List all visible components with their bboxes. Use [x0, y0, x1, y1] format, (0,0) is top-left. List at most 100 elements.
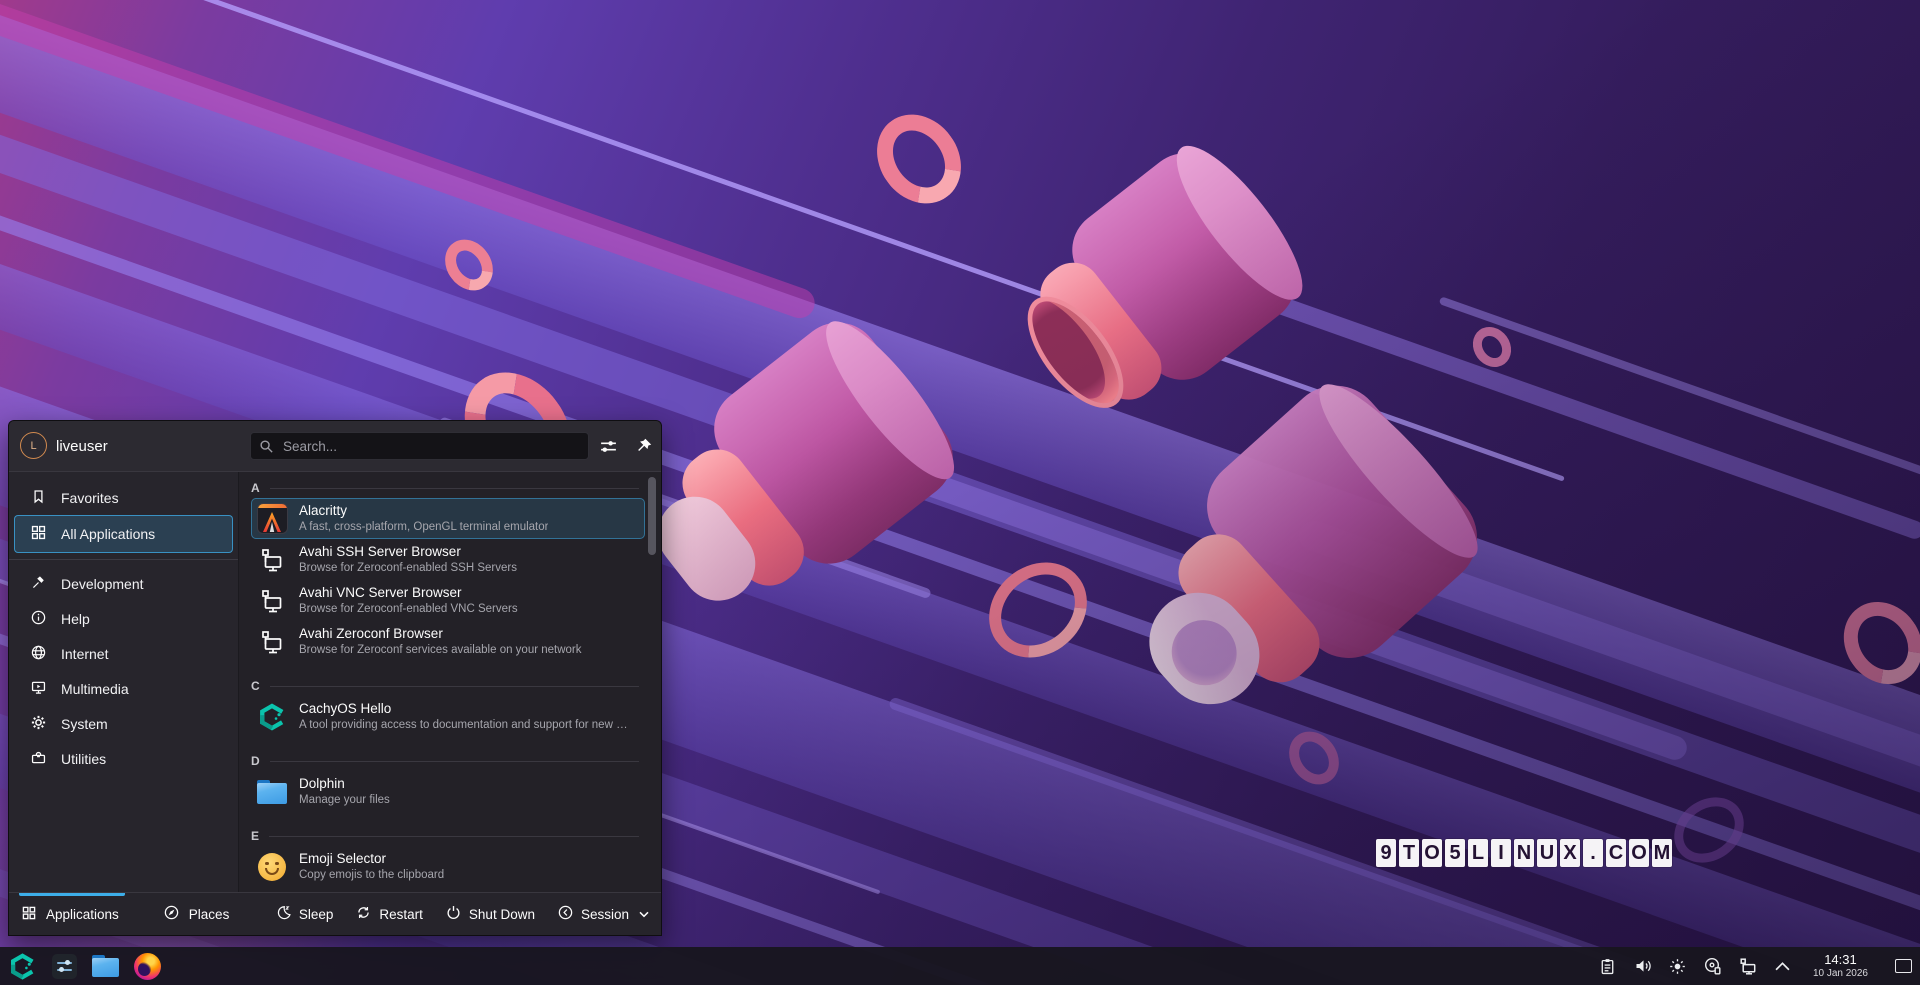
sidebar-item-help[interactable]: Help	[14, 601, 233, 636]
sleep-button[interactable]: Sleep	[275, 904, 334, 924]
watermark-tile: T	[1399, 839, 1419, 867]
sidebar-item-label: Multimedia	[61, 681, 129, 697]
gear-icon	[30, 714, 47, 734]
volume-icon[interactable]	[1632, 955, 1654, 977]
power-icon	[445, 904, 462, 924]
watermark-tile: 9	[1376, 839, 1396, 867]
section-rule	[270, 686, 639, 687]
app-row-avahi-vnc[interactable]: Avahi VNC Server Browser Browse for Zero…	[251, 580, 645, 621]
launcher-sidebar: Favorites All Applications	[9, 472, 239, 892]
sidebar-item-label: Utilities	[61, 751, 106, 767]
search-input[interactable]	[281, 438, 580, 455]
app-description: A fast, cross-platform, OpenGL terminal …	[299, 520, 548, 534]
sidebar-item-label: System	[61, 716, 108, 732]
app-row-alacritty[interactable]: Alacritty A fast, cross-platform, OpenGL…	[251, 498, 645, 539]
sidebar-item-development[interactable]: Development	[14, 566, 233, 601]
shutdown-button[interactable]: Shut Down	[445, 904, 535, 924]
taskbar-launchers	[8, 952, 161, 981]
user-avatar[interactable]: L	[20, 432, 47, 459]
grid-icon	[21, 905, 37, 924]
tab-label: Places	[189, 907, 230, 922]
info-icon	[30, 609, 47, 629]
tab-label: Applications	[46, 907, 119, 922]
pin-icon[interactable]	[633, 435, 655, 457]
app-name: Avahi Zeroconf Browser	[299, 626, 582, 643]
app-row-cachyos-hello[interactable]: CachyOS Hello A tool providing access to…	[251, 696, 645, 737]
section-rule	[270, 761, 639, 762]
avahi-monitor-icon	[256, 585, 288, 617]
sidebar-item-all-applications[interactable]: All Applications	[14, 515, 233, 553]
configure-icon[interactable]	[597, 435, 619, 457]
emoji-icon	[256, 851, 288, 883]
toolbox-icon	[30, 749, 47, 769]
section-letter: E	[251, 829, 259, 843]
watermark-tile: .	[1583, 839, 1603, 867]
clock-time: 14:31	[1824, 953, 1857, 968]
action-label: Restart	[379, 907, 423, 922]
sidebar-item-multimedia[interactable]: Multimedia	[14, 671, 233, 706]
watermark-tile: N	[1514, 839, 1534, 867]
avatar-initial: L	[30, 440, 36, 452]
sidebar-item-system[interactable]: System	[14, 706, 233, 741]
clipboard-icon[interactable]	[1597, 955, 1619, 977]
watermark-9to5linux: 9 T O 5 L I N U X . C O M	[1376, 839, 1672, 867]
app-row-avahi-zeroconf[interactable]: Avahi Zeroconf Browser Browse for Zeroco…	[251, 621, 645, 662]
app-name: Emoji Selector	[299, 851, 444, 868]
system-settings-button[interactable]	[52, 954, 77, 979]
app-section-D: D Dolphin Manage your files	[251, 751, 661, 812]
sidebar-item-favorites[interactable]: Favorites	[14, 480, 233, 515]
sidebar-item-utilities[interactable]: Utilities	[14, 741, 233, 776]
app-row-avahi-ssh[interactable]: Avahi SSH Server Browser Browse for Zero…	[251, 539, 645, 580]
app-name: Dolphin	[299, 776, 390, 793]
dolphin-button[interactable]	[92, 955, 119, 977]
network-icon[interactable]	[1737, 955, 1759, 977]
app-name: Avahi VNC Server Browser	[299, 585, 518, 602]
globe-icon	[30, 644, 47, 664]
sidebar-item-label: Favorites	[61, 490, 119, 506]
show-desktop-button[interactable]	[1895, 959, 1912, 973]
sidebar-item-label: Help	[61, 611, 90, 627]
session-button[interactable]: Session	[557, 904, 649, 924]
clock[interactable]: 14:31 10 Jan 2026	[1813, 953, 1868, 979]
section-rule	[269, 836, 639, 837]
launcher-body: Favorites All Applications	[9, 471, 661, 893]
compass-icon	[163, 904, 180, 924]
session-icon	[557, 904, 574, 924]
search-icon	[259, 439, 274, 454]
app-row-emoji-selector[interactable]: Emoji Selector Copy emojis to the clipbo…	[251, 846, 645, 887]
app-row-dolphin[interactable]: Dolphin Manage your files	[251, 771, 645, 812]
application-launcher: L liveuser	[8, 420, 662, 936]
section-letter: D	[251, 754, 260, 768]
tab-applications[interactable]: Applications	[21, 905, 119, 924]
brightness-icon[interactable]	[1667, 955, 1689, 977]
scrollbar-thumb[interactable]	[648, 477, 656, 555]
tab-places[interactable]: Places	[163, 904, 230, 924]
app-name: CachyOS Hello	[299, 701, 628, 718]
app-section-C: C CachyOS Hello	[251, 676, 661, 737]
sidebar-item-internet[interactable]: Internet	[14, 636, 233, 671]
expand-tray-icon[interactable]	[1772, 955, 1794, 977]
firefox-button[interactable]	[134, 953, 161, 980]
system-tray: 14:31 10 Jan 2026	[1597, 953, 1912, 979]
monitor-play-icon	[30, 679, 47, 699]
watermark-tile: U	[1537, 839, 1557, 867]
restart-button[interactable]: Restart	[355, 904, 423, 924]
watermark-tile: M	[1652, 839, 1672, 867]
grid-icon	[30, 524, 47, 544]
sidebar-item-label: Development	[61, 576, 144, 592]
app-section-A: A	[251, 478, 661, 662]
app-description: Copy emojis to the clipboard	[299, 868, 444, 882]
taskbar: 14:31 10 Jan 2026	[0, 947, 1920, 985]
sidebar-item-label: Internet	[61, 646, 108, 662]
username-label: liveuser	[56, 421, 108, 471]
hammer-icon	[30, 574, 47, 594]
cachyos-menu-button[interactable]	[8, 952, 37, 981]
search-field[interactable]	[250, 432, 589, 460]
watermark-tile: C	[1606, 839, 1626, 867]
disks-devices-icon[interactable]	[1702, 955, 1724, 977]
app-description: Browse for Zeroconf services available o…	[299, 643, 582, 657]
section-letter: C	[251, 679, 260, 693]
moon-icon	[275, 904, 292, 924]
chevron-down-icon	[639, 911, 649, 918]
app-name: Avahi SSH Server Browser	[299, 544, 517, 561]
